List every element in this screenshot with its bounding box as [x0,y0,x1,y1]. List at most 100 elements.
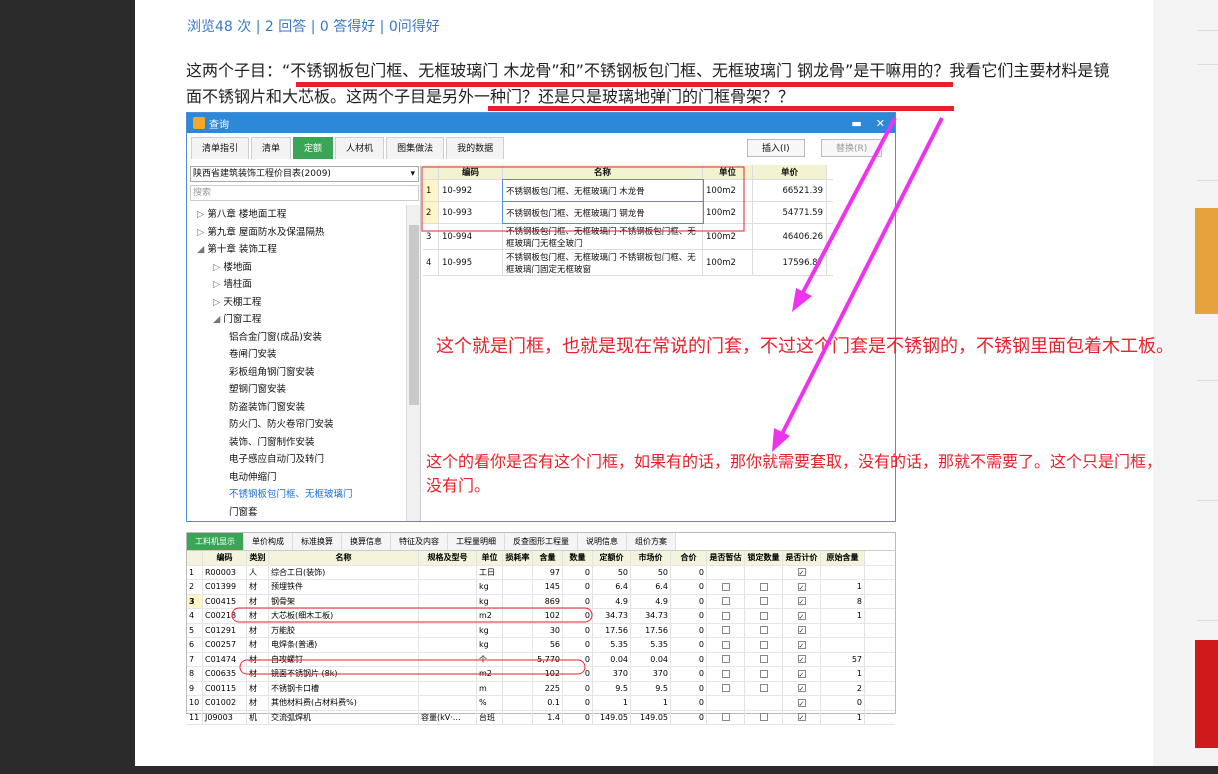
material-check-cell[interactable] [707,696,745,710]
checkbox-unchecked[interactable] [759,655,768,663]
checkbox-checked[interactable] [797,697,806,710]
checkbox-unchecked[interactable] [721,684,730,692]
material-tab-3[interactable]: 换算信息 [342,533,391,550]
checkbox-checked[interactable] [797,595,806,608]
grid-row[interactable]: 2 10-993 不锈钢板包门框、无框玻璃门 钢龙骨 100m2 54771.59 [423,201,833,224]
tab-2[interactable]: 定额 [293,137,334,159]
material-check-cell[interactable] [707,652,745,666]
material-check-cell[interactable] [783,609,821,623]
checkbox-unchecked[interactable] [759,626,768,634]
tree-item[interactable]: ▷ 墙柱面 [189,276,420,294]
checkbox-unchecked[interactable] [721,669,730,678]
material-tab-0[interactable]: 工料机显示 [187,533,244,550]
checkbox-unchecked[interactable] [721,611,730,620]
checkbox-unchecked[interactable] [721,713,730,721]
tree-item[interactable]: 卷闸门安装 [189,346,420,364]
material-row[interactable]: 1 R00003 人综合工日(装饰) 工日 97 0 50 50 0 [187,565,895,580]
material-check-cell[interactable] [783,623,821,637]
tab-4[interactable]: 图集做法 [386,137,445,159]
material-check-cell[interactable] [783,580,821,594]
material-check-cell[interactable] [783,594,821,608]
tree-item[interactable]: 装饰、门窗制作安装 [189,434,420,452]
material-row[interactable]: 7C01474材自攻螺钉个5,77000.040.04057 [187,652,895,667]
checkbox-checked[interactable] [797,639,806,652]
material-row[interactable]: 6 C00257 材电焊条(普通) kg 56 0 5.35 5.35 0 [187,638,895,653]
material-row[interactable]: 3C00415材钢骨架kg86904.94.908 [187,594,895,609]
material-check-cell[interactable] [707,565,745,579]
tree-item[interactable]: 防盗装饰门窗安装 [189,399,420,417]
checkbox-checked[interactable] [797,711,806,724]
grid-row[interactable]: 3 10-994 不锈钢板包门框、无框玻璃门 不锈钢板包门框、无框玻璃门无框全玻门 1… [423,224,833,250]
material-row[interactable]: 9C00115材不锈钢卡口槽m22509.59.502 [187,681,895,696]
library-select[interactable]: 陕西省建筑装饰工程价目表(2009) [190,166,419,182]
tree-item[interactable]: 彩板组角钢门窗安装 [189,364,420,382]
material-tab-2[interactable]: 标准换算 [293,533,342,550]
material-check-cell[interactable] [745,681,783,695]
tree-item[interactable]: ◢ 门窗工程 [189,311,420,329]
tree-item[interactable]: 塑钢门窗安装 [189,381,420,399]
tree-item[interactable]: ◢ 第十章 装饰工程 [189,241,420,259]
tree-arrow-icon[interactable]: ▷ [197,227,207,238]
tree-item[interactable]: 铝合金门窗(成品)安装 [189,329,420,347]
material-tab-5[interactable]: 工程量明细 [448,533,505,550]
tree-arrow-icon[interactable]: ▷ [197,209,207,220]
checkbox-unchecked[interactable] [759,611,768,620]
tab-1[interactable]: 清单 [251,137,292,159]
material-check-cell[interactable] [745,696,783,710]
checkbox-unchecked[interactable] [759,669,768,678]
tree-item[interactable]: 不锈钢板包门框、无框玻璃门 [189,486,420,504]
tree-item[interactable]: 门窗套 [189,504,420,522]
tree-arrow-icon[interactable]: ▷ [213,279,223,290]
tree-arrow-icon[interactable]: ◢ [197,244,207,255]
material-check-cell[interactable] [783,652,821,666]
minimize-icon[interactable]: ▬ [851,117,861,130]
checkbox-unchecked[interactable] [759,640,768,649]
material-check-cell[interactable] [783,681,821,695]
material-row[interactable]: 2C01399材预埋铁件kg14506.46.401 [187,580,895,595]
material-tab-6[interactable]: 反查图形工程量 [505,533,578,550]
material-row[interactable]: 8C00635材镜面不锈钢片 (8k)m2102037037001 [187,667,895,682]
material-check-cell[interactable] [783,696,821,710]
material-check-cell[interactable] [783,638,821,652]
checkbox-unchecked[interactable] [721,640,730,649]
material-check-cell[interactable] [707,710,745,724]
checkbox-checked[interactable] [797,610,806,623]
material-check-cell[interactable] [745,710,783,724]
material-check-cell[interactable] [707,580,745,594]
checkbox-unchecked[interactable] [721,597,730,605]
tree-arrow-icon[interactable]: ▷ [213,297,223,308]
tree-item[interactable]: 防火门、防火卷帘门安装 [189,416,420,434]
material-tab-7[interactable]: 说明信息 [578,533,627,550]
material-row[interactable]: 5 C01291 材万能胶 kg 30 0 17.56 17.56 0 [187,623,895,638]
replace-button[interactable]: 替换(R) [821,139,883,157]
checkbox-unchecked[interactable] [721,626,730,634]
checkbox-unchecked[interactable] [759,582,768,591]
checkbox-checked[interactable] [797,624,806,637]
tree-item[interactable]: ▷ 第九章 屋面防水及保温隔热 [189,224,420,242]
checkbox-unchecked[interactable] [721,582,730,591]
tab-5[interactable]: 我的数据 [446,137,505,159]
material-row[interactable]: 4C00218材大芯板(细木工板)m2102034.7334.7301 [187,609,895,624]
checkbox-unchecked[interactable] [759,684,768,692]
grid-row[interactable]: 4 10-995 不锈钢板包门框、无框玻璃门 不锈钢板包门框、无框玻璃门固定无框玻窗… [423,250,833,276]
insert-button[interactable]: 插入(I) [747,139,805,157]
material-check-cell[interactable] [745,580,783,594]
tree-item[interactable]: ▷ 楼地面 [189,259,420,277]
grid-row[interactable]: 1 10-992 不锈钢板包门框、无框玻璃门 木龙骨 100m2 66521.39 [423,179,833,202]
material-check-cell[interactable] [745,638,783,652]
material-check-cell[interactable] [745,652,783,666]
material-check-cell[interactable] [745,565,783,579]
checkbox-checked[interactable] [797,653,806,666]
close-icon[interactable]: ✕ [876,117,885,130]
tree-scrollbar[interactable] [406,205,420,521]
checkbox-checked[interactable] [797,668,806,681]
material-row[interactable]: 11 J09003 机交流弧焊机 容量(kV·… 台班 1.4 0 149.05 149.05 0… [187,710,895,725]
tree-item[interactable]: 电子感应自动门及转门 [189,451,420,469]
material-tab-8[interactable]: 组价方案 [627,533,676,550]
material-check-cell[interactable] [783,565,821,579]
checkbox-checked[interactable] [797,581,806,594]
material-check-cell[interactable] [783,710,821,724]
material-check-cell[interactable] [745,594,783,608]
material-row[interactable]: 10C01002材其他材料费(占材料费%)%0.101100 [187,696,895,711]
material-check-cell[interactable] [707,638,745,652]
